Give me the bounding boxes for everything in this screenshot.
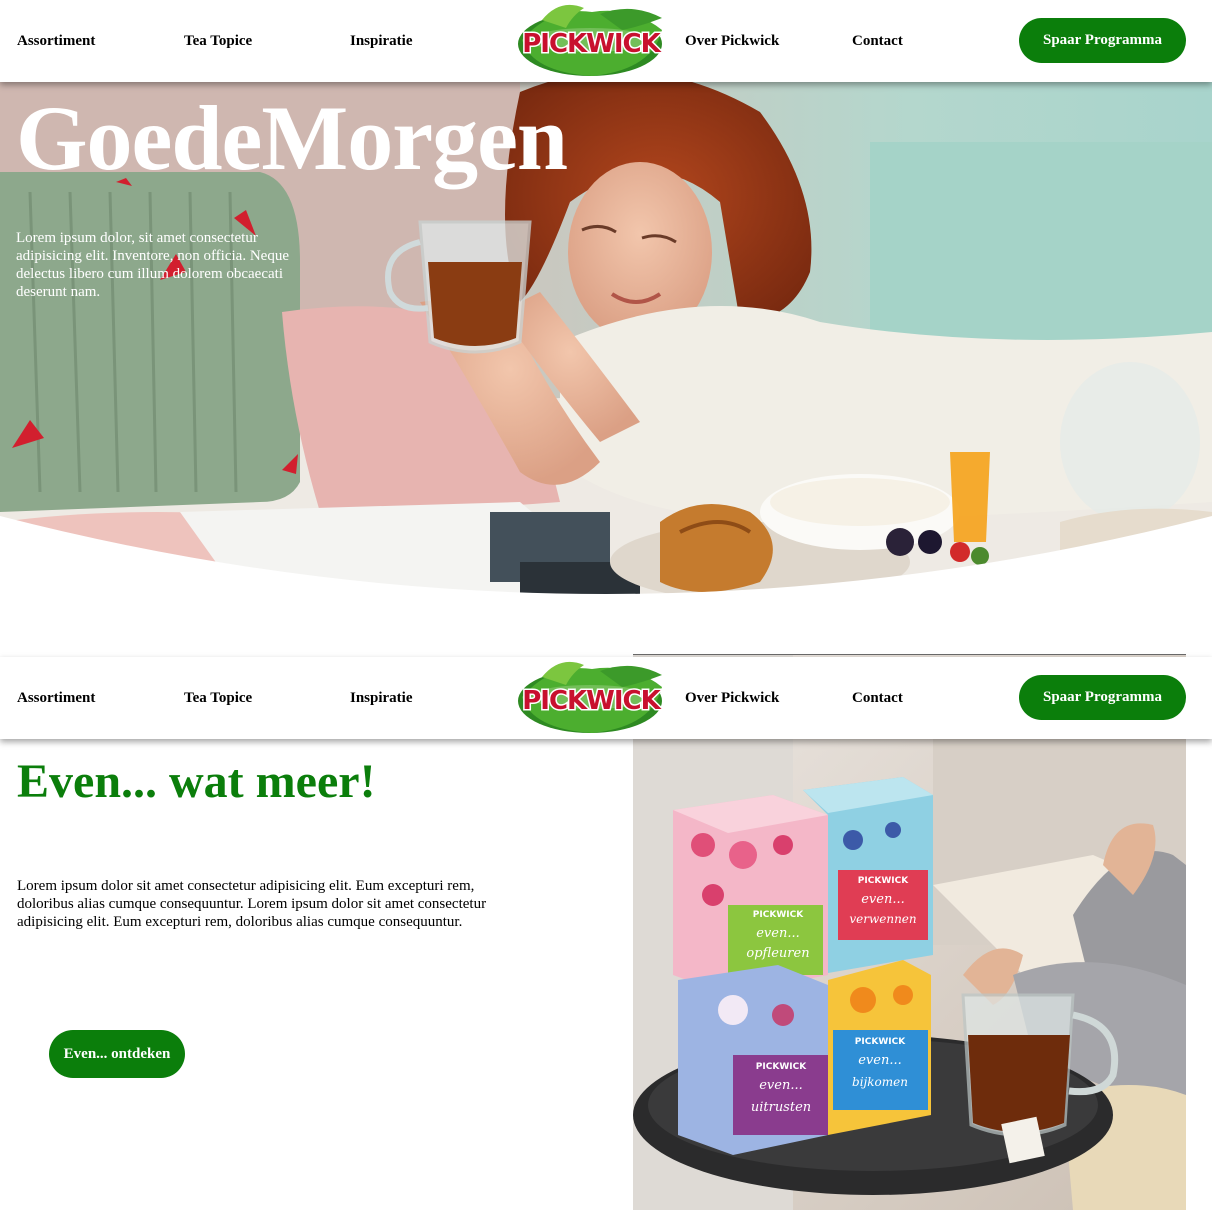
tea-box-opfleuren: PICKWICK even... opfleuren xyxy=(673,795,828,995)
second-navigation: Assortiment Tea Topice Inspiratie PICKWI… xyxy=(0,657,1212,739)
svg-text:verwennen: verwennen xyxy=(849,912,916,926)
svg-text:even...: even... xyxy=(759,1078,803,1093)
svg-text:opfleuren: opfleuren xyxy=(746,946,809,961)
pickwick-logo[interactable]: PICKWICK xyxy=(512,657,670,737)
nav-over-pickwick[interactable]: Over Pickwick xyxy=(685,0,779,82)
hero-title: GoedeMorgen xyxy=(16,87,568,189)
section-title: Even... wat meer! xyxy=(17,755,376,808)
hero-section: GoedeMorgen Lorem ipsum dolor, sit amet … xyxy=(0,82,1212,610)
svg-text:bijkomen: bijkomen xyxy=(852,1075,908,1089)
svg-text:uitrusten: uitrusten xyxy=(751,1100,811,1115)
svg-text:even...: even... xyxy=(858,1053,902,1068)
svg-text:PICKWICK: PICKWICK xyxy=(756,1062,807,1072)
svg-text:PICKWICK: PICKWICK xyxy=(858,876,909,886)
logo-wordmark: PICKWICK xyxy=(522,686,661,716)
nav-inspiratie[interactable]: Inspiratie xyxy=(350,657,413,739)
svg-text:even...: even... xyxy=(756,926,800,941)
nav-assortiment[interactable]: Assortiment xyxy=(17,0,95,82)
top-navigation: Assortiment Tea Topice Inspiratie PICKWI… xyxy=(0,0,1212,82)
tea-box-uitrusten: PICKWICK even... uitrusten xyxy=(678,965,828,1155)
nav-tea-topice[interactable]: Tea Topice xyxy=(184,657,252,739)
nav-tea-topice[interactable]: Tea Topice xyxy=(184,0,252,82)
spaar-programma-button[interactable]: Spaar Programma xyxy=(1019,18,1186,63)
tea-box-bijkomen: PICKWICK even... bijkomen xyxy=(828,960,931,1135)
section-description: Lorem ipsum dolor sit amet consectetur a… xyxy=(17,878,487,930)
logo-wordmark: PICKWICK xyxy=(522,29,661,59)
nav-contact[interactable]: Contact xyxy=(852,657,903,739)
nav-over-pickwick[interactable]: Over Pickwick xyxy=(685,657,779,739)
nav-contact[interactable]: Contact xyxy=(852,0,903,82)
svg-text:PICKWICK: PICKWICK xyxy=(855,1037,906,1047)
nav-assortiment[interactable]: Assortiment xyxy=(17,657,95,739)
nav-inspiratie[interactable]: Inspiratie xyxy=(350,0,413,82)
even-ontdeken-button[interactable]: Even... ontdeken xyxy=(49,1030,185,1078)
spaar-programma-button[interactable]: Spaar Programma xyxy=(1019,675,1186,720)
pickwick-logo[interactable]: PICKWICK xyxy=(512,0,670,80)
svg-text:even...: even... xyxy=(861,892,905,907)
svg-text:PICKWICK: PICKWICK xyxy=(753,910,804,920)
hero-description: Lorem ipsum dolor, sit amet consectetur … xyxy=(16,230,289,300)
